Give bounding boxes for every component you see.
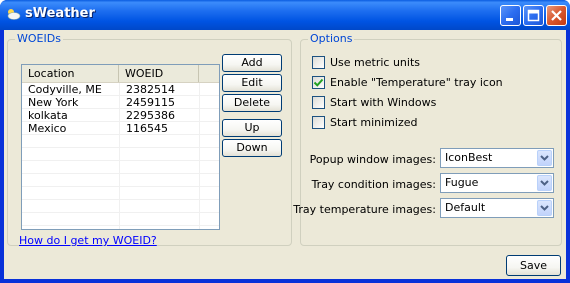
- window-client-area: WOEIDs Location WOEID Codyville, ME 2382…: [4, 30, 566, 279]
- weather-cloud-icon: [7, 9, 21, 20]
- table-row[interactable]: Mexico 116545: [22, 122, 219, 135]
- location-cell: New York: [28, 96, 79, 109]
- table-row[interactable]: Codyville, ME 2382514: [22, 83, 219, 96]
- woeids-group: WOEIDs Location WOEID Codyville, ME 2382…: [7, 32, 292, 247]
- move-down-button[interactable]: Down: [222, 139, 282, 157]
- chevron-down-icon: [540, 180, 549, 186]
- tray-temperature-value: Default: [445, 201, 486, 214]
- table-row[interactable]: New York 2459115: [22, 96, 219, 109]
- tray-temperature-label: Tray temperature images:: [293, 203, 436, 216]
- tray-temperature-select[interactable]: Default: [440, 198, 554, 218]
- table-row[interactable]: kolkata 2295386: [22, 109, 219, 122]
- maximize-button[interactable]: [523, 5, 544, 26]
- woeid-cell: 116545: [126, 122, 168, 135]
- start-with-windows-label[interactable]: Start with Windows: [330, 96, 436, 109]
- dropdown-button[interactable]: [537, 150, 552, 166]
- temperature-tray-label[interactable]: Enable "Temperature" tray icon: [330, 76, 503, 89]
- tray-condition-label: Tray condition images:: [311, 178, 436, 191]
- location-cell: kolkata: [28, 109, 68, 122]
- options-group-label: Options: [308, 32, 355, 45]
- woeid-list[interactable]: Location WOEID Codyville, ME 2382514 New…: [21, 64, 220, 230]
- add-button[interactable]: Add: [222, 54, 282, 72]
- dropdown-button[interactable]: [537, 200, 552, 216]
- column-header-location[interactable]: Location: [22, 65, 119, 82]
- move-up-button[interactable]: Up: [222, 119, 282, 137]
- list-body: Codyville, ME 2382514 New York 2459115 k…: [22, 83, 219, 226]
- temperature-tray-checkbox[interactable]: [312, 76, 325, 89]
- minimize-button[interactable]: [500, 5, 521, 26]
- title-bar[interactable]: sWeather: [0, 0, 570, 30]
- start-with-windows-checkbox[interactable]: [312, 96, 325, 109]
- options-group: Options Use metric units Enable "Tempera…: [293, 32, 562, 246]
- edit-button[interactable]: Edit: [222, 74, 282, 92]
- empty-row: [22, 148, 219, 161]
- tray-condition-select[interactable]: Fugue: [440, 173, 554, 193]
- location-cell: Mexico: [28, 122, 67, 135]
- save-button[interactable]: Save: [506, 255, 561, 276]
- empty-row: [22, 174, 219, 187]
- woeid-cell: 2382514: [126, 83, 175, 96]
- metric-units-label[interactable]: Use metric units: [330, 56, 420, 69]
- empty-row: [22, 200, 219, 213]
- empty-row: [22, 187, 219, 200]
- empty-row: [22, 213, 219, 226]
- woeid-cell: 2459115: [126, 96, 175, 109]
- popup-images-select[interactable]: IconBest: [440, 148, 554, 168]
- popup-images-value: IconBest: [445, 151, 493, 164]
- empty-row: [22, 135, 219, 148]
- start-minimized-label[interactable]: Start minimized: [330, 116, 417, 129]
- chevron-down-icon: [540, 205, 549, 211]
- woeid-cell: 2295386: [126, 109, 175, 122]
- checkmark-icon: [313, 78, 324, 87]
- tray-condition-value: Fugue: [445, 176, 479, 189]
- column-header-woeid[interactable]: WOEID: [119, 65, 199, 82]
- window-title: sWeather: [25, 6, 95, 21]
- close-icon: [551, 10, 562, 21]
- list-header: Location WOEID: [22, 65, 219, 83]
- close-button[interactable]: [546, 5, 567, 26]
- minimize-icon: [506, 18, 513, 21]
- popup-images-label: Popup window images:: [309, 153, 436, 166]
- main-window: sWeather WOEIDs Location WOEID Codyville…: [0, 0, 570, 283]
- metric-units-checkbox[interactable]: [312, 56, 325, 69]
- empty-row: [22, 161, 219, 174]
- delete-button[interactable]: Delete: [222, 94, 282, 112]
- location-cell: Codyville, ME: [28, 83, 102, 96]
- start-minimized-checkbox[interactable]: [312, 116, 325, 129]
- dropdown-button[interactable]: [537, 175, 552, 191]
- chevron-down-icon: [540, 155, 549, 161]
- woeid-help-link[interactable]: How do I get my WOEID?: [19, 234, 157, 247]
- woeids-group-label: WOEIDs: [15, 32, 63, 45]
- maximize-icon: [527, 9, 540, 22]
